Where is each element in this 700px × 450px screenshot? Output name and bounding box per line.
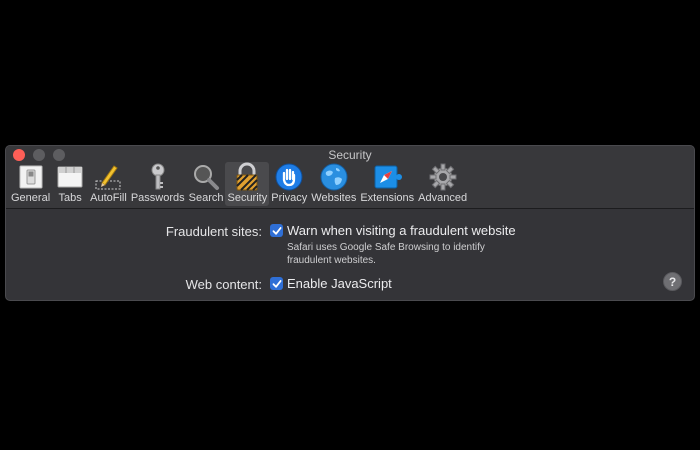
checkmark-icon [272, 226, 281, 235]
gear-icon [427, 162, 459, 192]
tab-passwords[interactable]: Passwords [129, 162, 187, 206]
tab-extensions[interactable]: Extensions [358, 162, 416, 206]
tab-label: AutoFill [90, 192, 127, 204]
tab-privacy[interactable]: Privacy [269, 162, 309, 206]
tab-autofill[interactable]: AutoFill [88, 162, 129, 206]
tab-general[interactable]: General [9, 162, 52, 206]
fraudulent-warning-checkbox[interactable] [270, 224, 283, 237]
tab-security[interactable]: Security [225, 162, 270, 206]
tab-label: Passwords [130, 192, 185, 204]
tab-label: Extensions [360, 192, 415, 204]
tabs-icon [54, 162, 86, 192]
lock-icon [231, 162, 263, 192]
enable-javascript-checkbox[interactable] [270, 277, 283, 290]
fraudulent-warning-option[interactable]: Warn when visiting a fraudulent website [287, 223, 516, 238]
security-pane: Fraudulent sites: Warn when visiting a f… [6, 208, 694, 300]
tab-search[interactable]: Search [187, 162, 226, 206]
tab-websites[interactable]: Websites [309, 162, 358, 206]
fraudulent-description: Safari uses Google Safe Browsing to iden… [287, 242, 485, 266]
tab-label: Advanced [418, 192, 468, 204]
general-switch-icon [15, 162, 47, 192]
puzzle-compass-icon [371, 162, 403, 192]
tab-tabs[interactable]: Tabs [52, 162, 88, 206]
magnifier-icon [190, 162, 222, 192]
tab-label: Tabs [58, 192, 82, 204]
toolbar: Security General Tabs AutoFill Passwords… [6, 146, 694, 209]
key-icon [142, 162, 174, 192]
tab-label: Security [227, 192, 268, 204]
pencil-icon [92, 162, 124, 192]
tab-label: Search [188, 192, 224, 204]
fraudulent-sites-label: Fraudulent sites: [165, 224, 262, 239]
window-title: Security [328, 148, 372, 162]
help-button[interactable]: ? [663, 272, 682, 291]
tab-label: Websites [311, 192, 357, 204]
hand-icon [273, 162, 305, 192]
tab-label: General [11, 192, 51, 204]
globe-icon [318, 162, 350, 192]
enable-javascript-option[interactable]: Enable JavaScript [287, 276, 392, 291]
web-content-label: Web content: [185, 277, 262, 292]
preferences-window: Security General Tabs AutoFill Passwords… [5, 145, 695, 301]
tab-label: Privacy [271, 192, 308, 204]
checkmark-icon [272, 279, 281, 288]
help-icon: ? [668, 274, 677, 289]
preferences-tabs: General Tabs AutoFill Passwords Search S… [9, 162, 469, 206]
tab-advanced[interactable]: Advanced [416, 162, 469, 206]
